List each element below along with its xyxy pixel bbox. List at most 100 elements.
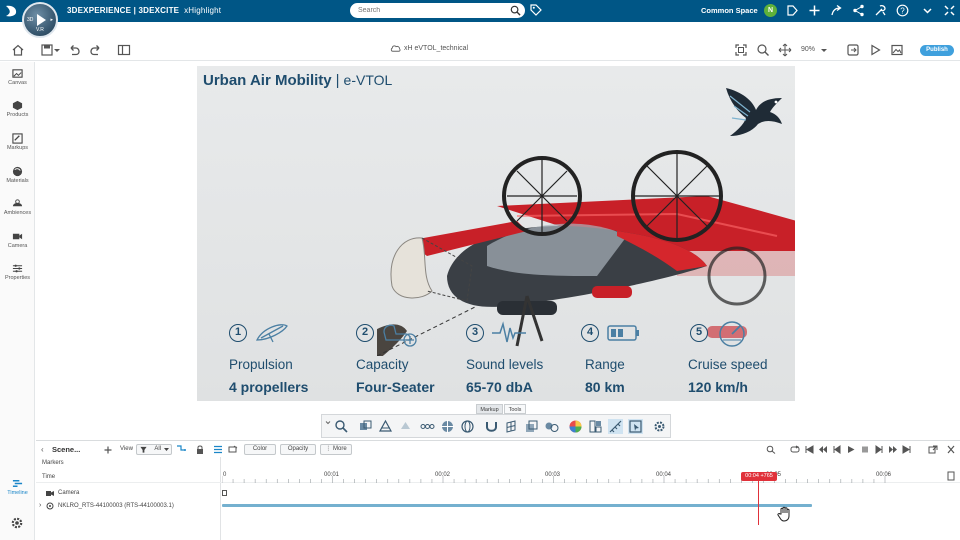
more-button[interactable]: ⋮ More [320,444,352,455]
panel-layout-icon[interactable] [117,43,131,57]
explode-icon[interactable] [358,419,373,434]
connector-icon[interactable] [420,419,435,434]
image-icon[interactable] [890,43,904,57]
export-icon[interactable] [846,43,860,57]
time-label: Time [42,474,56,480]
tag-swap-icon[interactable] [228,445,238,454]
tools-icon[interactable] [874,4,887,17]
zoom-tool-icon[interactable] [334,419,349,434]
soundwave-icon [492,321,526,343]
play-icon[interactable] [868,43,882,57]
chevron-left-icon[interactable]: ‹ [41,445,44,454]
playhead-line[interactable] [758,481,759,525]
tab-tools[interactable]: Tools [504,404,526,414]
presentation-slide[interactable]: Urban Air Mobility | e-VTOL 1 Propulsion… [197,66,795,401]
zoom-level[interactable]: 90% [801,46,815,53]
sidebar-item-timeline[interactable]: Timeline [0,476,35,502]
fit-all-icon[interactable] [734,43,748,57]
measure-icon[interactable] [608,419,623,434]
layers-icon[interactable] [524,419,539,434]
end-marker-icon[interactable] [947,471,955,481]
zoom-icon[interactable] [756,43,770,57]
add-icon[interactable] [808,4,821,17]
add-icon[interactable] [104,446,112,454]
tab-markup[interactable]: Markup [476,404,503,414]
dassault-logo-icon[interactable] [4,4,18,18]
relationship-icon[interactable] [176,445,186,454]
popout-icon[interactable] [928,445,938,454]
share-network-icon[interactable] [852,4,865,17]
list-icon[interactable] [213,445,223,454]
scene-name[interactable]: Scene... [52,445,80,454]
publish-button[interactable]: Publish [920,45,954,56]
sidebar-item-markups[interactable]: Markups [0,131,35,161]
color-button[interactable]: Color [244,444,276,455]
speedometer-icon [719,321,745,347]
chevron-right-icon[interactable]: › [39,502,41,509]
loop-icon[interactable] [790,445,800,454]
globe-icon[interactable] [460,419,475,434]
avatar[interactable]: N [764,4,777,17]
sidebar-item-canvas[interactable]: Canvas [0,66,35,96]
sidebar-item-products[interactable]: Products [0,98,35,128]
fullscreen-icon[interactable] [943,4,956,17]
assembly-icon[interactable] [588,419,603,434]
camera-icon [46,491,54,496]
tag-icon[interactable] [530,4,542,16]
magnet-icon[interactable] [484,419,499,434]
zoom-dropdown-icon[interactable] [820,43,828,57]
compass-play-icon[interactable] [37,14,46,26]
ghost-icon[interactable] [398,419,413,434]
search-input[interactable] [350,3,525,18]
sidebar-item-ambiences[interactable]: Ambiences [0,196,35,226]
home-icon[interactable] [11,43,25,57]
grid-3d-icon[interactable] [504,419,519,434]
markers-label: Markers [42,460,64,466]
compass-right-label: ▸ [50,17,53,23]
keyframe-marker[interactable] [222,490,227,496]
product-track-bar[interactable] [222,504,812,507]
selection-tool-icon[interactable] [628,419,643,434]
sidebar-item-materials[interactable]: Materials [0,164,35,194]
save-icon[interactable] [40,43,54,57]
time-ruler[interactable]: 0 00:01 00:02 00:03 00:04 00:05 00:06 [222,469,956,483]
playhead-time[interactable]: 00:04 +765 [741,472,777,481]
sidebar-item-properties[interactable]: Properties [0,261,35,291]
target-icon[interactable] [440,419,455,434]
step-forward-icon[interactable] [874,445,884,454]
collaborative-space-label[interactable]: Common Space [701,6,758,15]
step-back-icon[interactable] [832,445,842,454]
pan-icon[interactable] [778,43,792,57]
track-camera[interactable]: Camera [36,487,960,499]
lock-icon[interactable] [195,445,205,454]
collapse-chevron-icon[interactable] [325,415,331,430]
tag-share-icon[interactable] [786,4,799,17]
search-icon[interactable] [510,5,521,16]
ambient-settings-icon[interactable] [652,419,667,434]
opacity-button[interactable]: Opacity [280,444,316,455]
search-icon[interactable] [766,445,776,454]
undo-icon[interactable] [67,43,81,57]
skip-start-icon[interactable] [804,445,814,454]
redo-icon[interactable] [89,43,103,57]
view-filter-select[interactable]: All [136,444,172,455]
stop-icon[interactable] [860,445,870,454]
close-icon[interactable] [946,445,956,454]
feature-number: 4 [581,324,599,342]
timeline-panel[interactable]: Markers Time 0 00:01 00:02 00:03 00:04 0… [36,457,960,540]
gear-icon[interactable] [10,516,24,530]
fast-forward-icon[interactable] [888,445,898,454]
color-wheel-icon[interactable] [568,419,583,434]
save-dropdown-icon[interactable] [53,43,61,57]
view-label: View [120,446,133,452]
compass-widget[interactable]: 3D ▸ V.R [22,2,58,38]
share-arrow-icon[interactable] [830,4,843,17]
sidebar-item-camera[interactable]: Camera [0,229,35,259]
help-icon[interactable]: ? [896,4,909,17]
chevron-down-icon[interactable] [921,4,934,17]
section-icon[interactable] [378,419,393,434]
rewind-icon[interactable] [818,445,828,454]
play-icon[interactable] [846,445,856,454]
skip-end-icon[interactable] [902,445,912,454]
fly-through-icon[interactable] [544,419,559,434]
